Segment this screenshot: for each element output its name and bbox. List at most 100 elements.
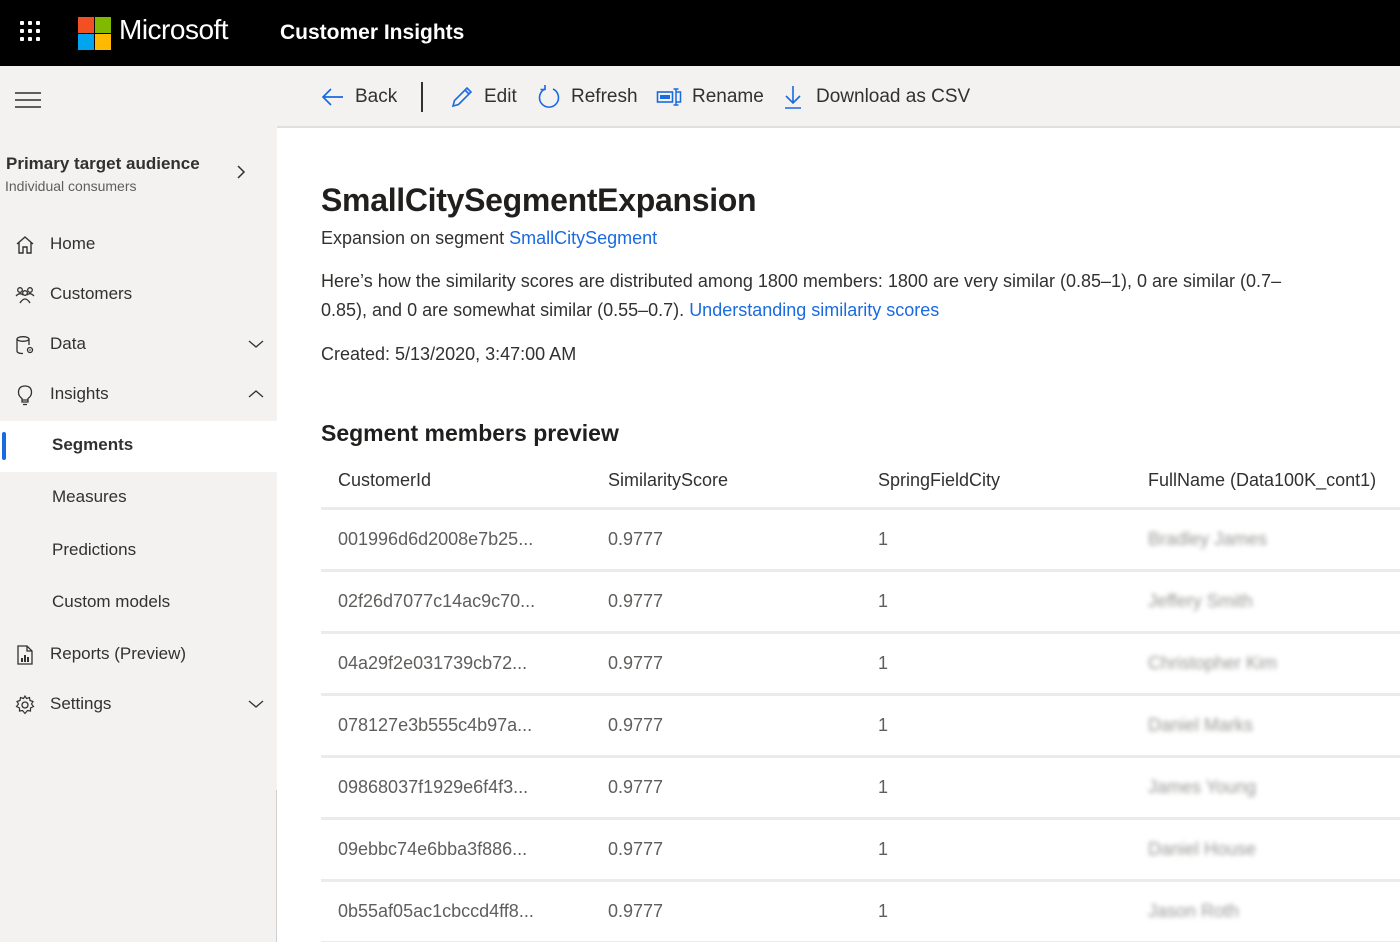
cell-customerid: 09868037f1929e6f4f3... — [338, 777, 529, 797]
chevron-down-icon[interactable] — [247, 698, 265, 710]
audience-title: Primary target audience — [6, 154, 200, 173]
subtitle-prefix: Expansion on segment — [321, 228, 510, 248]
arrow-left-icon — [321, 88, 343, 106]
download-csv-button[interactable]: Download as CSV — [782, 83, 970, 111]
sidebar-item-segments[interactable]: Segments — [0, 421, 277, 472]
cell-similarityscore: 0.9777 — [608, 839, 664, 859]
table-row[interactable]: 078127e3b555c4b97a... 0.9777 1 Daniel Marks — [321, 696, 1400, 758]
audience-subtitle: Individual consumers — [5, 178, 137, 194]
cell-similarityscore: 0.9777 — [608, 777, 664, 797]
database-gear-icon — [16, 336, 34, 355]
sidebar-item-insights[interactable]: Insights — [0, 370, 277, 420]
cell-similarityscore: 0.9777 — [608, 715, 664, 735]
edit-label: Edit — [484, 86, 517, 107]
lightbulb-icon — [17, 385, 33, 406]
cell-similarityscore: 0.9777 — [608, 529, 664, 549]
sidebar-item-settings[interactable]: Settings — [0, 680, 277, 730]
cell-customerid: 078127e3b555c4b97a... — [338, 715, 533, 735]
back-label: Back — [355, 86, 398, 107]
cell-springfieldcity: 1 — [878, 653, 889, 673]
app-launcher-icon[interactable] — [20, 21, 44, 45]
cell-springfieldcity: 1 — [878, 591, 889, 611]
rename-button[interactable]: Rename — [656, 83, 764, 111]
cell-fullname: Jason Roth — [1148, 901, 1240, 921]
sidebar-item-reports[interactable]: Reports (Preview) — [0, 630, 277, 680]
table-row[interactable]: 09868037f1929e6f4f3... 0.9777 1 James Young — [321, 758, 1400, 820]
microsoft-logo-icon — [78, 17, 111, 50]
cell-customerid: 09ebbc74e6bba3f886... — [338, 839, 528, 859]
cell-fullname: James Young — [1148, 777, 1257, 797]
cell-similarityscore: 0.9777 — [608, 591, 664, 611]
chevron-up-icon[interactable] — [247, 388, 265, 400]
sidebar-item-data[interactable]: Data — [0, 320, 277, 370]
table-row[interactable]: 09ebbc74e6bba3f886... 0.9777 1 Daniel House — [321, 820, 1400, 882]
active-indicator — [2, 432, 6, 460]
sidebar-item-label: Settings — [50, 694, 112, 713]
sidebar-item-predictions[interactable]: Predictions — [0, 526, 277, 576]
audience-selector[interactable]: Primary target audience Individual consu… — [0, 150, 277, 200]
table-row[interactable]: 001996d6d2008e7b25... 0.9777 1 Bradley Jame… — [321, 510, 1400, 572]
cell-customerid: 001996d6d2008e7b25... — [338, 529, 534, 549]
top-bar: Microsoft Customer Insights — [0, 0, 1400, 66]
refresh-label: Refresh — [571, 86, 638, 107]
page-title: SmallCitySegmentExpansion — [321, 182, 757, 218]
main-content: SmallCitySegmentExpansion Expansion on s… — [277, 130, 1400, 942]
cell-similarityscore: 0.9777 — [608, 653, 664, 673]
download-icon — [785, 86, 801, 109]
table-row[interactable]: 04a29f2e031739cb72... 0.9777 1 Christopher … — [321, 634, 1400, 696]
table-header: CustomerId SimilarityScore SpringFieldCi… — [321, 453, 1400, 510]
home-icon — [16, 236, 34, 254]
cell-springfieldcity: 1 — [878, 901, 889, 921]
similarity-description: Here’s how the similarity scores are dis… — [321, 267, 1321, 325]
sidebar-item-home[interactable]: Home — [0, 220, 277, 270]
sidebar-item-customers[interactable]: Customers — [0, 270, 277, 320]
cell-fullname: Daniel Marks — [1148, 715, 1254, 735]
cell-springfieldcity: 1 — [878, 839, 889, 859]
understanding-similarity-link[interactable]: Understanding similarity scores — [689, 300, 939, 320]
members-table: CustomerId SimilarityScore SpringFieldCi… — [321, 453, 1400, 942]
column-header-customerid[interactable]: CustomerId — [338, 470, 431, 491]
pencil-icon — [451, 86, 473, 108]
refresh-icon — [538, 85, 560, 108]
sidebar-item-label: Data — [50, 334, 86, 353]
cell-customerid: 04a29f2e031739cb72... — [338, 653, 528, 673]
table-body: 001996d6d2008e7b25... 0.9777 1 Bradley Jame… — [321, 510, 1400, 942]
table-row[interactable]: 0b55af05ac1cbccd4ff8... 0.9777 1 Jason Roth — [321, 882, 1400, 942]
report-icon — [17, 645, 33, 665]
sidebar-item-label: Measures — [52, 487, 127, 506]
sidebar-item-label: Customers — [50, 284, 133, 303]
created-timestamp: Created: 5/13/2020, 3:47:00 AM — [321, 344, 577, 364]
cell-fullname: Jeffery Smith — [1148, 591, 1253, 611]
app-title[interactable]: Customer Insights — [280, 21, 464, 45]
column-header-fullname[interactable]: FullName (Data100K_cont1) — [1148, 470, 1376, 491]
refresh-button[interactable]: Refresh — [537, 83, 638, 111]
cell-customerid: 0b55af05ac1cbccd4ff8... — [338, 901, 534, 921]
table-row[interactable]: 02f26d7077c14ac9c70... 0.9777 1 Jeffery Smi… — [321, 572, 1400, 634]
gear-icon — [15, 694, 35, 715]
back-button[interactable]: Back — [321, 83, 397, 111]
cell-fullname: Bradley James — [1148, 529, 1268, 549]
brand-name[interactable]: Microsoft — [119, 14, 229, 46]
people-icon — [15, 287, 35, 304]
rename-label: Rename — [692, 86, 764, 107]
cell-fullname: Christopher Kim — [1148, 653, 1278, 673]
sidebar-item-label: Custom models — [52, 592, 171, 611]
sidebar-item-label: Reports (Preview) — [50, 644, 187, 663]
rename-icon — [656, 88, 682, 106]
column-header-similarityscore[interactable]: SimilarityScore — [608, 470, 728, 491]
sidebar-item-label: Insights — [50, 384, 109, 403]
source-segment-link[interactable]: SmallCitySegment — [509, 228, 657, 248]
sidebar-item-label: Predictions — [52, 540, 137, 559]
cell-customerid: 02f26d7077c14ac9c70... — [338, 591, 536, 611]
sidebar-item-measures[interactable]: Measures — [0, 473, 277, 523]
chevron-down-icon[interactable] — [247, 338, 265, 350]
section-title: Segment members preview — [321, 420, 619, 446]
cell-fullname: Daniel House — [1148, 839, 1257, 859]
command-bar: Back Edit Refresh Rename Download as CSV — [277, 66, 1400, 128]
hamburger-menu-icon[interactable] — [15, 92, 41, 108]
cell-springfieldcity: 1 — [878, 715, 889, 735]
edit-button[interactable]: Edit — [450, 83, 517, 111]
sidebar-item-custom-models[interactable]: Custom models — [0, 578, 277, 628]
sidebar: Primary target audience Individual consu… — [0, 66, 277, 942]
column-header-springfieldcity[interactable]: SpringFieldCity — [878, 470, 1000, 491]
